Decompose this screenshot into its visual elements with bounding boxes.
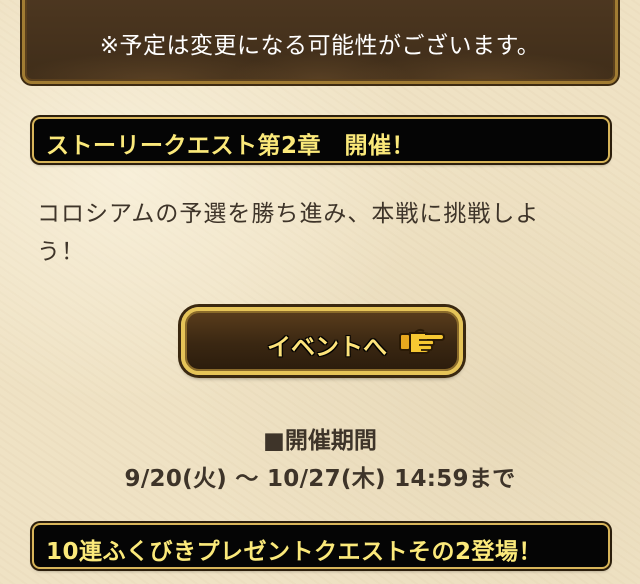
headline-text: 10連ふくびきプレゼントクエストその2登場！ — [46, 539, 543, 565]
description-line-1: コロシアムの予選を勝ち進み、本戦に挑戦しよ — [37, 201, 540, 227]
pointing-hand-icon — [399, 328, 445, 354]
event-description: コロシアムの予選を勝ち進み、本戦に挑戦しよ う！ — [37, 195, 597, 271]
event-button-label: イベントへ — [267, 333, 387, 361]
go-to-event-button[interactable]: イベントへ — [181, 307, 463, 375]
notice-panel: ※予定は変更になる可能性がございます。 — [22, 0, 618, 84]
event-period-value: 9/20(火) 〜 10/27(木) 14:59まで — [124, 466, 516, 492]
event-period-label: ■開催期間 — [263, 428, 377, 454]
story-quest-headline: ストーリークエスト第2章 開催！ — [32, 117, 610, 163]
notice-text: ※予定は変更になる可能性がございます。 — [99, 33, 541, 59]
present-quest-headline: 10連ふくびきプレゼントクエストその2登場！ — [32, 523, 610, 569]
headline-text: ストーリークエスト第2章 開催！ — [46, 133, 416, 159]
description-line-2: う！ — [37, 239, 85, 265]
